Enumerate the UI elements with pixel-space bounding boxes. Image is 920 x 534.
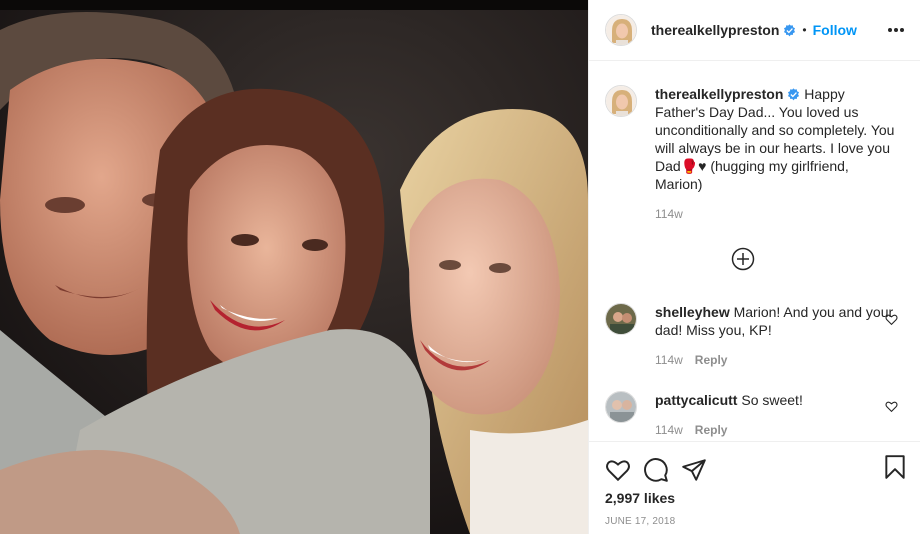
comment-body: So sweet! (741, 392, 803, 408)
save-icon[interactable] (882, 454, 908, 480)
share-icon[interactable] (681, 457, 707, 483)
caption: therealkellypreston Happy Father's Day D… (589, 85, 920, 221)
caption-username[interactable]: therealkellypreston (655, 86, 783, 102)
comments-section: therealkellypreston Happy Father's Day D… (589, 61, 920, 441)
avatar-image (606, 86, 636, 116)
comment-time[interactable]: 114w (655, 353, 683, 367)
heart-icon[interactable] (605, 457, 631, 483)
avatar-image (606, 304, 636, 334)
comment-icon[interactable] (643, 457, 669, 483)
comment-text: shelleyhew Marion! And you and your dad!… (655, 303, 895, 339)
post-header: therealkellypreston • Follow (589, 0, 920, 61)
comment-avatar[interactable] (605, 391, 637, 423)
action-bar: 2,997 likes JUNE 17, 2018 (589, 441, 920, 534)
heart-icon[interactable] (885, 313, 898, 326)
comment-meta: 114w Reply (655, 353, 895, 367)
load-more-icon[interactable] (731, 247, 755, 271)
post-date[interactable]: JUNE 17, 2018 (605, 516, 904, 527)
photo-image (0, 0, 588, 534)
verified-badge-icon (788, 88, 800, 101)
avatar-image (606, 392, 636, 422)
caption-text: therealkellypreston Happy Father's Day D… (655, 85, 895, 193)
comment-username[interactable]: shelleyhew (655, 304, 730, 320)
post-photo[interactable] (0, 0, 588, 534)
separator-dot: • (802, 23, 807, 37)
caption-meta: 114w (655, 207, 895, 221)
comment-username[interactable]: pattycalicutt (655, 392, 737, 408)
post-username[interactable]: therealkellypreston (651, 22, 779, 38)
caption-time[interactable]: 114w (655, 207, 683, 221)
comment-item: shelleyhew Marion! And you and your dad!… (589, 303, 920, 367)
reply-button[interactable]: Reply (695, 423, 728, 437)
action-icons (605, 442, 905, 490)
likes-count[interactable]: 2,997 likes (605, 490, 904, 506)
instagram-post: therealkellypreston • Follow therealkell… (0, 0, 920, 534)
post-sidebar: therealkellypreston • Follow therealkell… (588, 0, 920, 534)
more-options-icon[interactable] (886, 20, 906, 40)
heart-icon[interactable] (885, 400, 898, 413)
comment-item: pattycalicutt So sweet! 114w Reply (589, 391, 920, 437)
follow-button[interactable]: Follow (813, 22, 857, 38)
comment-meta: 114w Reply (655, 423, 895, 437)
verified-badge-icon (784, 23, 796, 36)
avatar[interactable] (605, 14, 637, 46)
comment-time[interactable]: 114w (655, 423, 683, 437)
reply-button[interactable]: Reply (695, 353, 728, 367)
avatar-image (606, 15, 636, 45)
comment-avatar[interactable] (605, 303, 637, 335)
caption-avatar[interactable] (605, 85, 637, 117)
comment-text: pattycalicutt So sweet! (655, 391, 895, 409)
